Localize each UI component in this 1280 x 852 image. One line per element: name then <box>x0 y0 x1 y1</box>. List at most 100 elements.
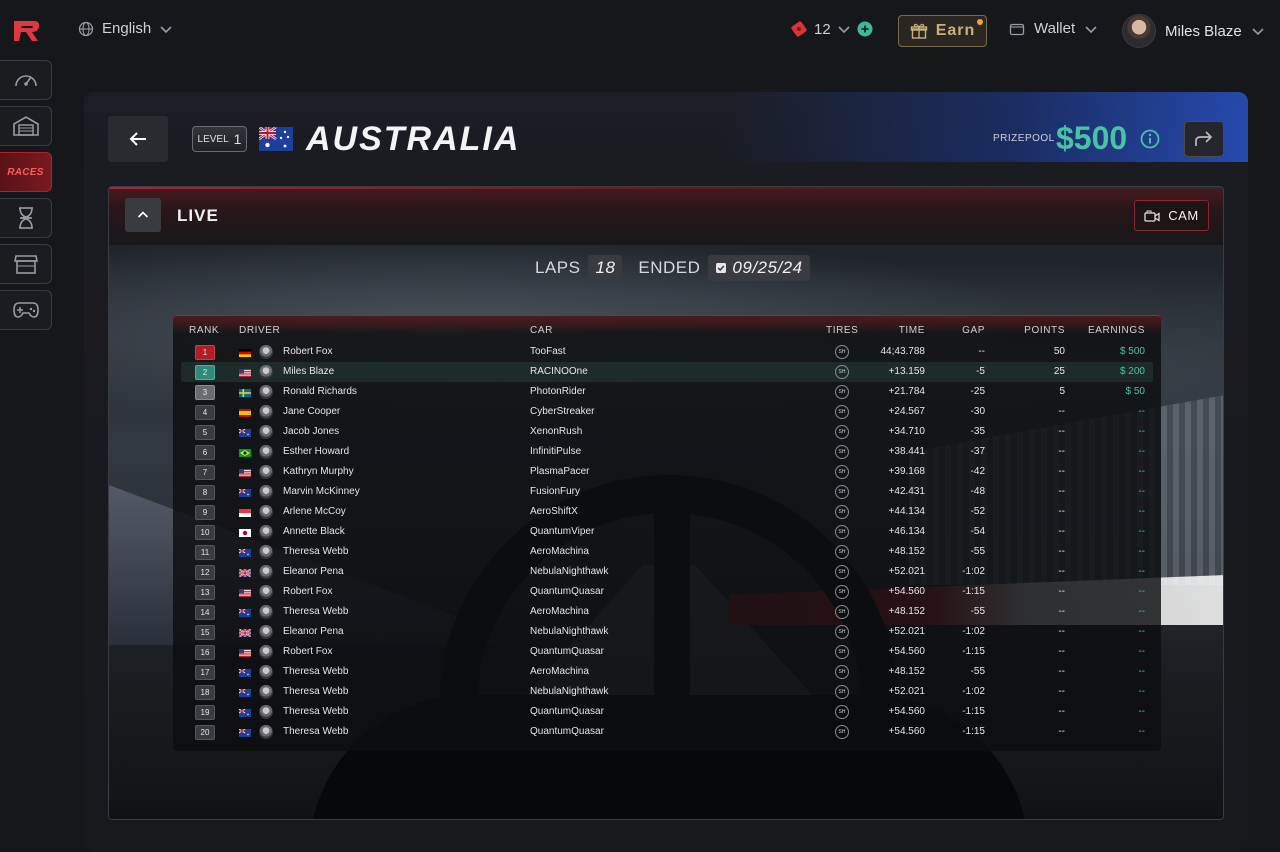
language-selector[interactable]: English <box>78 20 173 37</box>
table-row[interactable]: 13 Robert Fox QuantumQuasar SH +54.560 -1:15 -… <box>181 582 1153 602</box>
driver-name[interactable]: Theresa Webb <box>283 546 348 557</box>
car-name[interactable]: InfinitiPulse <box>530 446 581 457</box>
driver-name[interactable]: Jane Cooper <box>283 406 340 417</box>
country-flag-icon <box>239 449 251 457</box>
table-row[interactable]: 20 Theresa Webb QuantumQuasar SH +54.560 -1:1… <box>181 722 1153 742</box>
table-row[interactable]: 3 Ronald Richards PhotonRider SH +21.784 -25 5… <box>181 382 1153 402</box>
driver-name[interactable]: Miles Blaze <box>283 366 334 377</box>
add-tokens-icon[interactable] <box>857 21 873 37</box>
points-value: 50 <box>1053 346 1065 357</box>
driver-name[interactable]: Robert Fox <box>283 646 332 657</box>
table-row[interactable]: 2 Miles Blaze RACINOOne SH +13.159 -5 25 $ 200 <box>181 362 1153 382</box>
arrow-left-icon <box>129 132 146 146</box>
top-bar: English 12 Earn Wallet Miles Blaze <box>0 0 1280 62</box>
app-logo[interactable] <box>12 18 42 44</box>
info-icon[interactable] <box>1140 129 1160 149</box>
car-name[interactable]: FusionFury <box>530 486 580 497</box>
driver-name[interactable]: Arlene McCoy <box>283 506 346 517</box>
username: Miles Blaze <box>1165 22 1242 40</box>
table-row[interactable]: 16 Robert Fox QuantumQuasar SH +54.560 -1:15 -… <box>181 642 1153 662</box>
car-name[interactable]: QuantumQuasar <box>530 726 604 737</box>
car-name[interactable]: NebulaNighthawk <box>530 686 608 697</box>
car-name[interactable]: NebulaNighthawk <box>530 566 608 577</box>
country-flag-icon <box>239 389 251 397</box>
language-label: English <box>102 20 152 37</box>
table-row[interactable]: 4 Jane Cooper CyberStreaker SH +24.567 -30 -- -… <box>181 402 1153 422</box>
sidebar-item-dna[interactable] <box>0 198 52 238</box>
table-row[interactable]: 14 Theresa Webb AeroMachina SH +48.152 -55 -- -… <box>181 602 1153 622</box>
driver-name[interactable]: Theresa Webb <box>283 606 348 617</box>
rank-badge: 10 <box>195 525 215 540</box>
share-button[interactable] <box>1184 121 1224 157</box>
table-row[interactable]: 10 Annette Black QuantumViper SH +46.134 -54 -… <box>181 522 1153 542</box>
gap-value: -1:15 <box>962 586 985 597</box>
driver-name[interactable]: Theresa Webb <box>283 726 348 737</box>
driver-name[interactable]: Theresa Webb <box>283 706 348 717</box>
car-name[interactable]: AeroShiftX <box>530 506 578 517</box>
sidebar-item-games[interactable] <box>0 290 52 330</box>
rank-badge: 9 <box>195 505 215 520</box>
car-name[interactable]: AeroMachina <box>530 606 589 617</box>
driver-name[interactable]: Jacob Jones <box>283 426 339 437</box>
car-name[interactable]: QuantumViper <box>530 526 594 537</box>
car-name[interactable]: AeroMachina <box>530 546 589 557</box>
earn-button[interactable]: Earn <box>898 15 987 47</box>
gap-value: -37 <box>970 446 985 457</box>
car-name[interactable]: PlasmaPacer <box>530 466 589 477</box>
table-row[interactable]: 11 Theresa Webb AeroMachina SH +48.152 -55 -- -… <box>181 542 1153 562</box>
driver-name[interactable]: Eleanor Pena <box>283 566 344 577</box>
table-row[interactable]: 5 Jacob Jones XenonRush SH +34.710 -35 -- -- <box>181 422 1153 442</box>
car-name[interactable]: TooFast <box>530 346 566 357</box>
back-button[interactable] <box>108 116 168 162</box>
rank-value: 18 <box>200 688 210 697</box>
tire-compound-icon: SH <box>835 365 849 379</box>
table-row[interactable]: 1 Robert Fox TooFast SH 44;43.788 -- 50 $ 500 <box>181 342 1153 362</box>
gamepad-icon <box>12 302 39 318</box>
table-row[interactable]: 15 Eleanor Pena NebulaNighthawk SH +52.021 -1… <box>181 622 1153 642</box>
driver-name[interactable]: Theresa Webb <box>283 686 348 697</box>
token-balance[interactable]: 12 <box>790 20 873 38</box>
driver-name[interactable]: Ronald Richards <box>283 386 357 397</box>
driver-name[interactable]: Esther Howard <box>283 446 349 457</box>
driver-name[interactable]: Annette Black <box>283 526 345 537</box>
table-row[interactable]: 17 Theresa Webb AeroMachina SH +48.152 -55 -- -… <box>181 662 1153 682</box>
rank-value: 8 <box>202 488 208 497</box>
driver-name[interactable]: Marvin McKinney <box>283 486 360 497</box>
race-time: +54.560 <box>888 706 925 717</box>
driver-name[interactable]: Robert Fox <box>283 586 332 597</box>
car-name[interactable]: QuantumQuasar <box>530 586 604 597</box>
table-row[interactable]: 7 Kathryn Murphy PlasmaPacer SH +39.168 -42 --… <box>181 462 1153 482</box>
country-flag-icon <box>239 649 251 657</box>
car-name[interactable]: NebulaNighthawk <box>530 626 608 637</box>
race-time: +42.431 <box>888 486 925 497</box>
points-value: -- <box>1058 706 1065 717</box>
cam-button[interactable]: CAM <box>1134 200 1209 231</box>
rank-badge: 13 <box>195 585 215 600</box>
car-name[interactable]: AeroMachina <box>530 666 589 677</box>
car-name[interactable]: PhotonRider <box>530 386 586 397</box>
user-menu[interactable]: Miles Blaze <box>1122 14 1265 48</box>
table-row[interactable]: 19 Theresa Webb QuantumQuasar SH +54.560 -1:1… <box>181 702 1153 722</box>
sidebar-item-dashboard[interactable] <box>0 60 52 100</box>
table-row[interactable]: 18 Theresa Webb NebulaNighthawk SH +52.021 -1… <box>181 682 1153 702</box>
table-row[interactable]: 9 Arlene McCoy AeroShiftX SH +44.134 -52 -- -- <box>181 502 1153 522</box>
sidebar-item-store[interactable] <box>0 244 52 284</box>
driver-name[interactable]: Kathryn Murphy <box>283 466 354 477</box>
car-name[interactable]: QuantumQuasar <box>530 706 604 717</box>
car-name[interactable]: RACINOOne <box>530 366 588 377</box>
sidebar-item-garage[interactable] <box>0 106 52 146</box>
sidebar-item-races[interactable]: RACES <box>0 152 52 192</box>
table-row[interactable]: 6 Esther Howard InfinitiPulse SH +38.441 -37 -… <box>181 442 1153 462</box>
car-name[interactable]: CyberStreaker <box>530 406 594 417</box>
wallet-menu[interactable]: Wallet <box>1009 20 1098 37</box>
points-value: -- <box>1058 586 1065 597</box>
driver-avatar <box>259 605 273 619</box>
driver-name[interactable]: Eleanor Pena <box>283 626 344 637</box>
driver-name[interactable]: Robert Fox <box>283 346 332 357</box>
table-row[interactable]: 8 Marvin McKinney FusionFury SH +42.431 -48 --… <box>181 482 1153 502</box>
collapse-button[interactable] <box>125 198 161 232</box>
driver-name[interactable]: Theresa Webb <box>283 666 348 677</box>
car-name[interactable]: QuantumQuasar <box>530 646 604 657</box>
car-name[interactable]: XenonRush <box>530 426 582 437</box>
table-row[interactable]: 12 Eleanor Pena NebulaNighthawk SH +52.021 -1… <box>181 562 1153 582</box>
